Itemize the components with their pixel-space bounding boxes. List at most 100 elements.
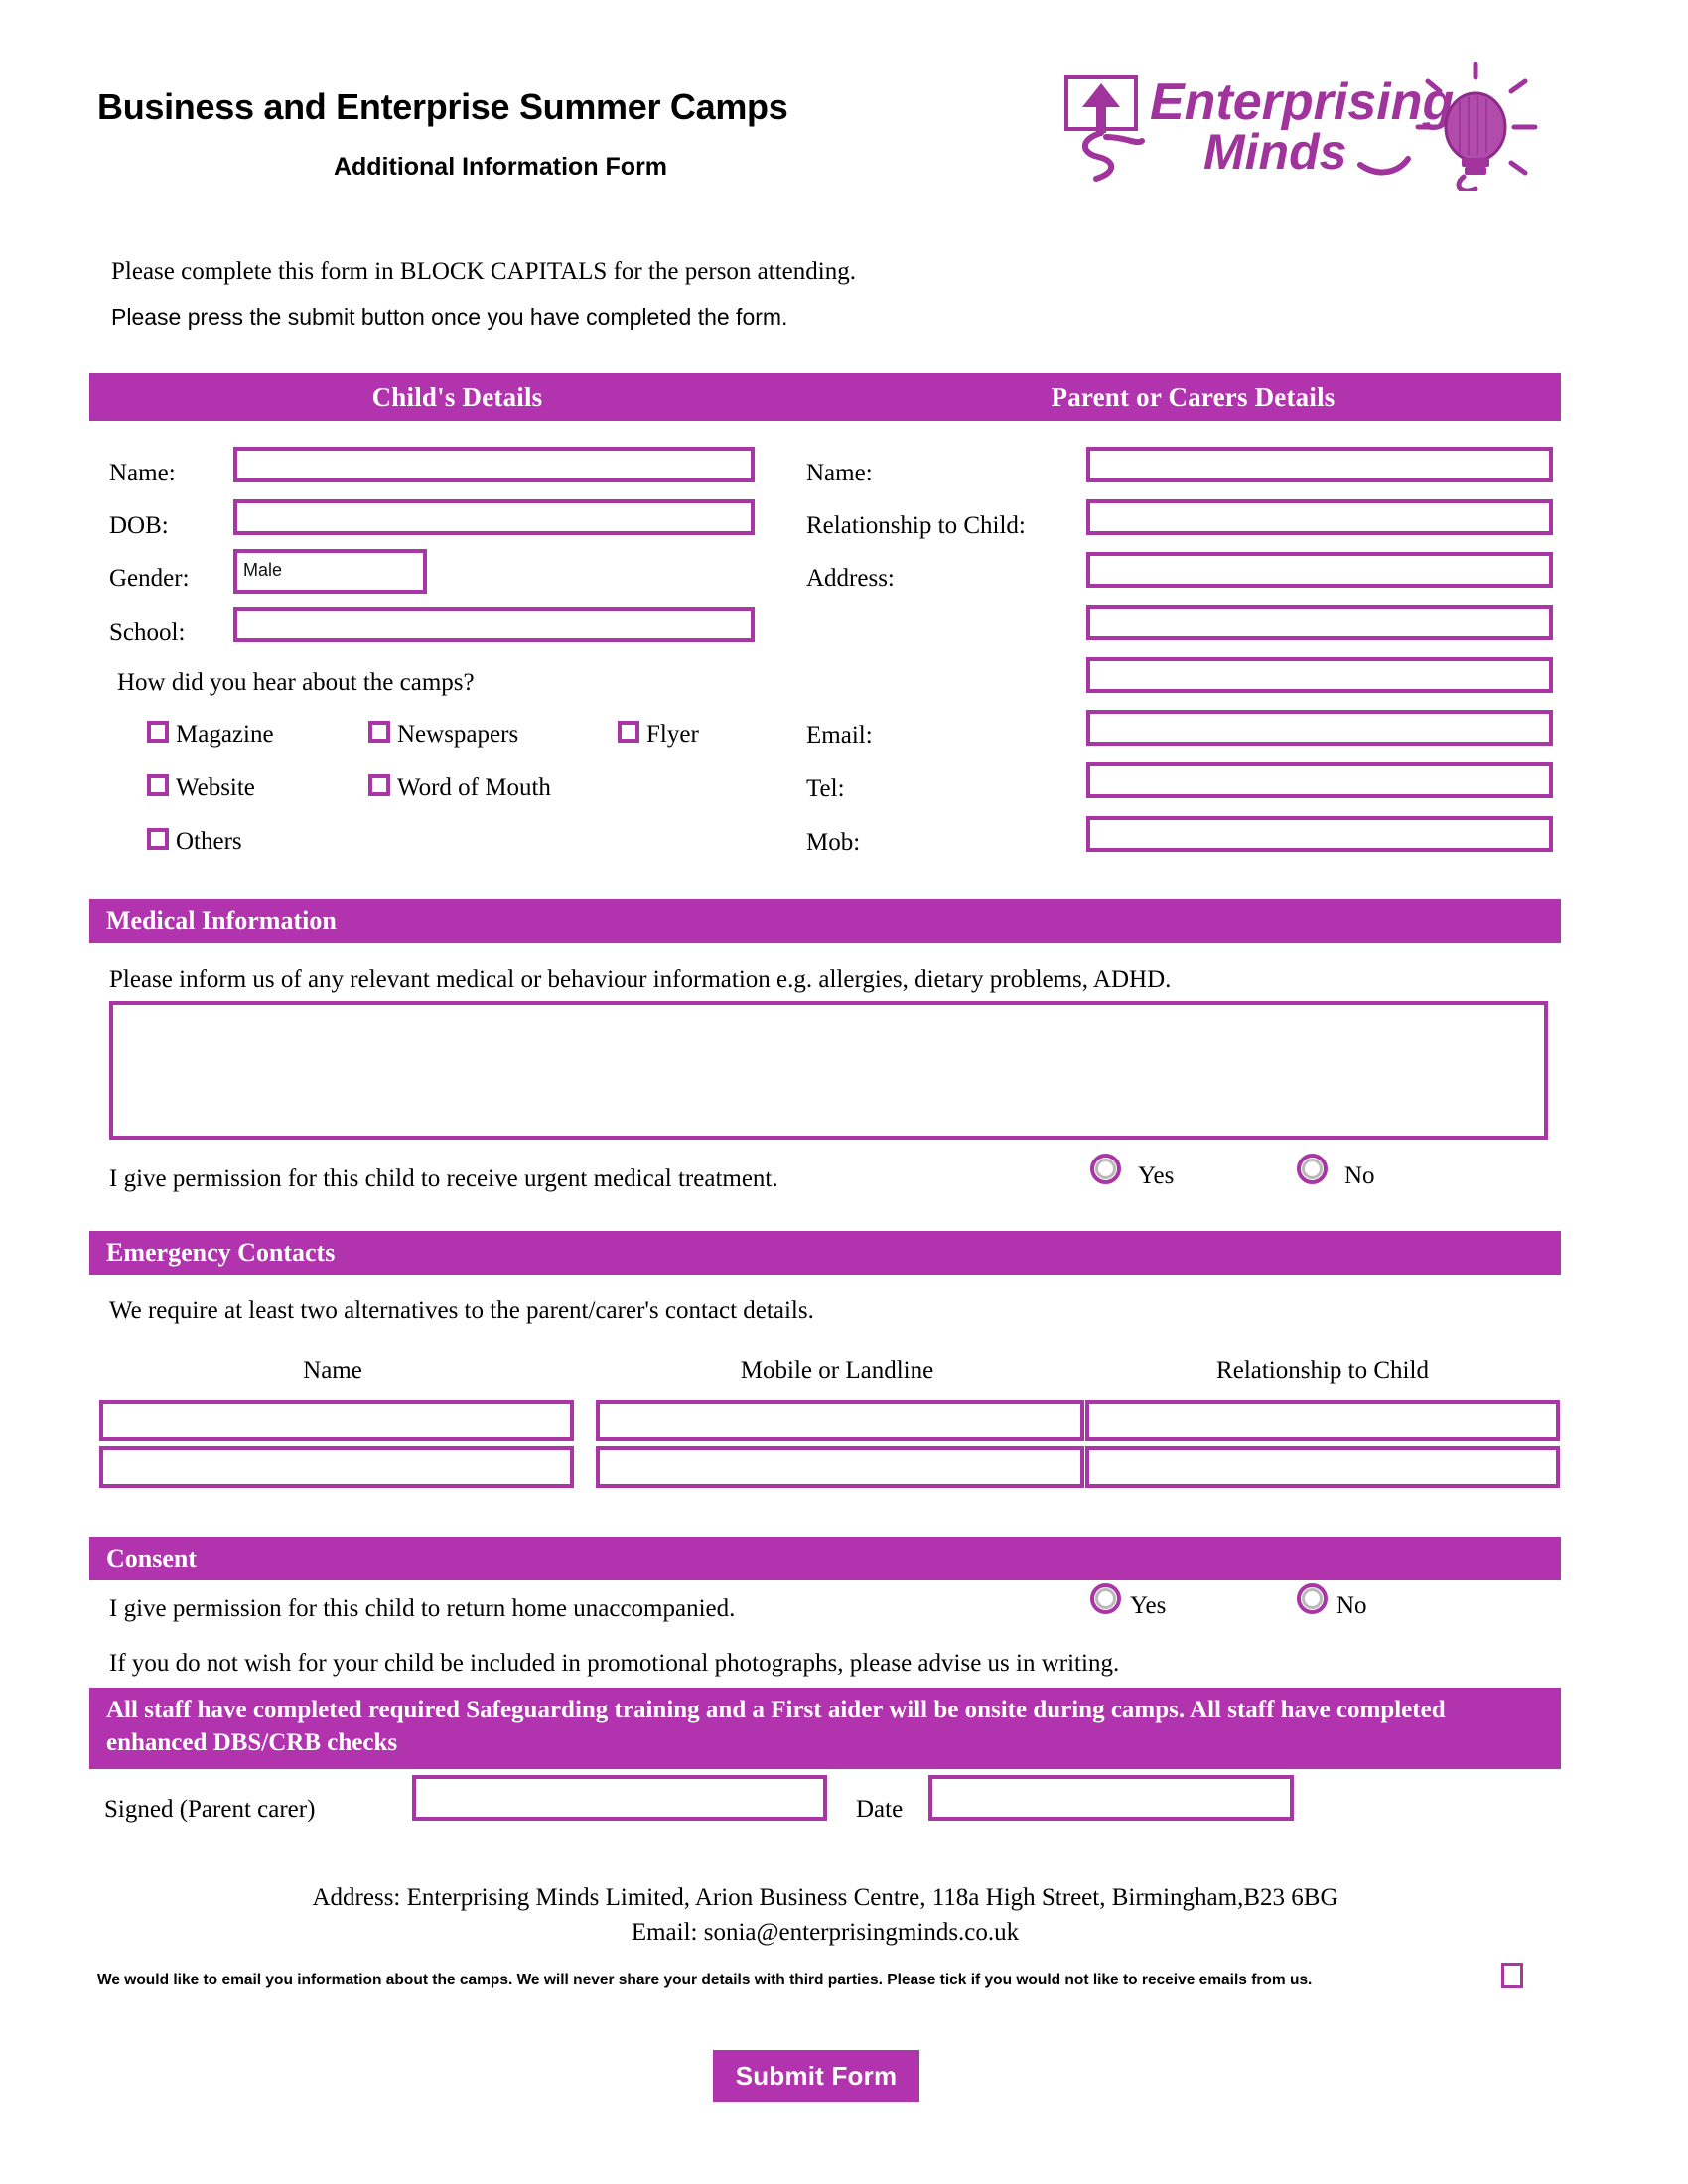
checkbox-magazine[interactable] (147, 721, 169, 743)
medical-permission-no-radio[interactable] (1297, 1154, 1328, 1184)
emergency-col-name: Name (303, 1357, 362, 1384)
parent-name-value (1090, 451, 1549, 457)
parent-address-label: Address: (806, 565, 895, 592)
medical-permission-no-label: No (1344, 1162, 1375, 1189)
hear-about-question: How did you hear about the camps? (117, 669, 475, 696)
svg-text:Enterprising: Enterprising (1150, 73, 1454, 131)
emergency-row1-phone-value (600, 1404, 1080, 1410)
consent-no-radio[interactable] (1297, 1583, 1328, 1614)
child-name-label: Name: (109, 460, 176, 486)
parent-address-line2-input[interactable] (1086, 605, 1553, 640)
parent-address-line3-value (1090, 661, 1549, 667)
child-name-input[interactable] (233, 447, 755, 482)
emergency-row2-phone-value (600, 1450, 1080, 1456)
parent-address-line1-value (1090, 556, 1549, 562)
parent-name-label: Name: (806, 460, 873, 486)
medical-notes-value (113, 1005, 1544, 1011)
emergency-row2-name-input[interactable] (99, 1446, 574, 1488)
emergency-row1-relationship-value (1089, 1404, 1556, 1410)
parent-mob-label: Mob: (806, 829, 861, 856)
emergency-row2-phone-input[interactable] (596, 1446, 1084, 1488)
emergency-row1-relationship-input[interactable] (1085, 1400, 1560, 1441)
consent-no-label: No (1336, 1592, 1367, 1619)
title-block: Business and Enterprise Summer Camps Add… (97, 87, 961, 182)
consent-permission-text: I give permission for this child to retu… (109, 1595, 736, 1622)
medical-permission-yes-label: Yes (1138, 1162, 1175, 1189)
parent-address-line1-input[interactable] (1086, 552, 1553, 588)
checkbox-newspapers-label: Newspapers (397, 721, 519, 748)
checkbox-website-label: Website (176, 774, 255, 801)
emergency-row1-name-input[interactable] (99, 1400, 574, 1441)
medical-notes-textarea[interactable] (109, 1001, 1548, 1140)
medical-permission-yes-radio[interactable] (1090, 1154, 1121, 1184)
checkbox-magazine-label: Magazine (176, 721, 274, 748)
child-gender-input[interactable]: Male (233, 549, 427, 594)
parent-relationship-value (1090, 503, 1549, 509)
intro-line-2: Please press the submit button once you … (111, 304, 788, 331)
parent-tel-input[interactable] (1086, 762, 1553, 798)
parent-tel-label: Tel: (806, 775, 845, 802)
checkbox-word-of-mouth-label: Word of Mouth (397, 774, 551, 801)
checkbox-flyer[interactable] (618, 721, 639, 743)
submit-form-button[interactable]: Submit Form (713, 2050, 919, 2102)
emergency-col-phone: Mobile or Landline (740, 1357, 934, 1384)
footer-email: Email: sonia@enterprisingminds.co.uk (631, 1919, 1020, 1946)
svg-text:Minds: Minds (1203, 124, 1346, 180)
checkbox-others[interactable] (147, 828, 169, 850)
child-dob-input[interactable] (233, 499, 755, 535)
signed-value (416, 1779, 823, 1785)
date-input[interactable] (928, 1775, 1294, 1821)
child-name-value (237, 451, 751, 457)
parent-email-value (1090, 714, 1549, 720)
checkbox-flyer-label: Flyer (646, 721, 699, 748)
form-page: Business and Enterprise Summer Camps Add… (0, 0, 1688, 2184)
signed-label: Signed (Parent carer) (104, 1796, 316, 1823)
parent-mob-value (1090, 820, 1549, 826)
date-label: Date (856, 1796, 904, 1823)
emergency-row1-name-value (103, 1404, 570, 1410)
checkbox-word-of-mouth[interactable] (368, 774, 390, 796)
parent-address-line3-input[interactable] (1086, 657, 1553, 693)
emergency-contacts-header: Emergency Contacts (89, 1231, 1561, 1275)
parent-relationship-label: Relationship to Child: (806, 512, 1026, 539)
child-school-label: School: (109, 619, 186, 646)
parent-relationship-input[interactable] (1086, 499, 1553, 535)
child-dob-label: DOB: (109, 512, 169, 539)
child-school-input[interactable] (233, 607, 755, 642)
parent-details-header: Parent or Carers Details (1051, 381, 1336, 412)
child-school-value (237, 611, 751, 616)
page-subtitle: Additional Information Form (333, 152, 668, 181)
child-gender-value: Male (243, 560, 283, 580)
checkbox-website[interactable] (147, 774, 169, 796)
enterprising-minds-logo: Enterprising Minds (1064, 62, 1538, 191)
intro-text: Please complete this form in BLOCK CAPIT… (111, 256, 1501, 332)
emergency-row2-relationship-value (1089, 1450, 1556, 1456)
parent-name-input[interactable] (1086, 447, 1553, 482)
page-header: Business and Enterprise Summer Camps Add… (0, 0, 1688, 199)
email-optout-checkbox[interactable] (1501, 1963, 1523, 1988)
checkbox-newspapers[interactable] (368, 721, 390, 743)
page-title: Business and Enterprise Summer Camps (97, 86, 788, 127)
date-value (932, 1779, 1290, 1785)
medical-permission-text: I give permission for this child to rece… (109, 1165, 778, 1192)
consent-yes-label: Yes (1130, 1592, 1167, 1619)
emergency-row1-phone-input[interactable] (596, 1400, 1084, 1441)
details-header-band: Child's Details Parent or Carers Details (89, 373, 1561, 421)
consent-yes-radio[interactable] (1090, 1583, 1121, 1614)
medical-prompt: Please inform us of any relevant medical… (109, 966, 1172, 993)
emergency-row2-relationship-input[interactable] (1085, 1446, 1560, 1488)
safeguarding-notice: All staff have completed required Safegu… (89, 1688, 1561, 1769)
child-gender-label: Gender: (109, 565, 190, 592)
parent-email-label: Email: (806, 722, 873, 749)
emergency-note: We require at least two alternatives to … (109, 1297, 814, 1324)
child-dob-value (237, 503, 751, 509)
parent-address-line2-value (1090, 609, 1549, 614)
intro-line-1: Please complete this form in BLOCK CAPIT… (111, 258, 856, 285)
emergency-row2-name-value (103, 1450, 570, 1456)
signed-input[interactable] (412, 1775, 827, 1821)
parent-email-input[interactable] (1086, 710, 1553, 746)
child-details-header: Child's Details (371, 381, 543, 412)
parent-mob-input[interactable] (1086, 816, 1553, 852)
parent-tel-value (1090, 766, 1549, 772)
medical-information-header: Medical Information (89, 899, 1561, 943)
